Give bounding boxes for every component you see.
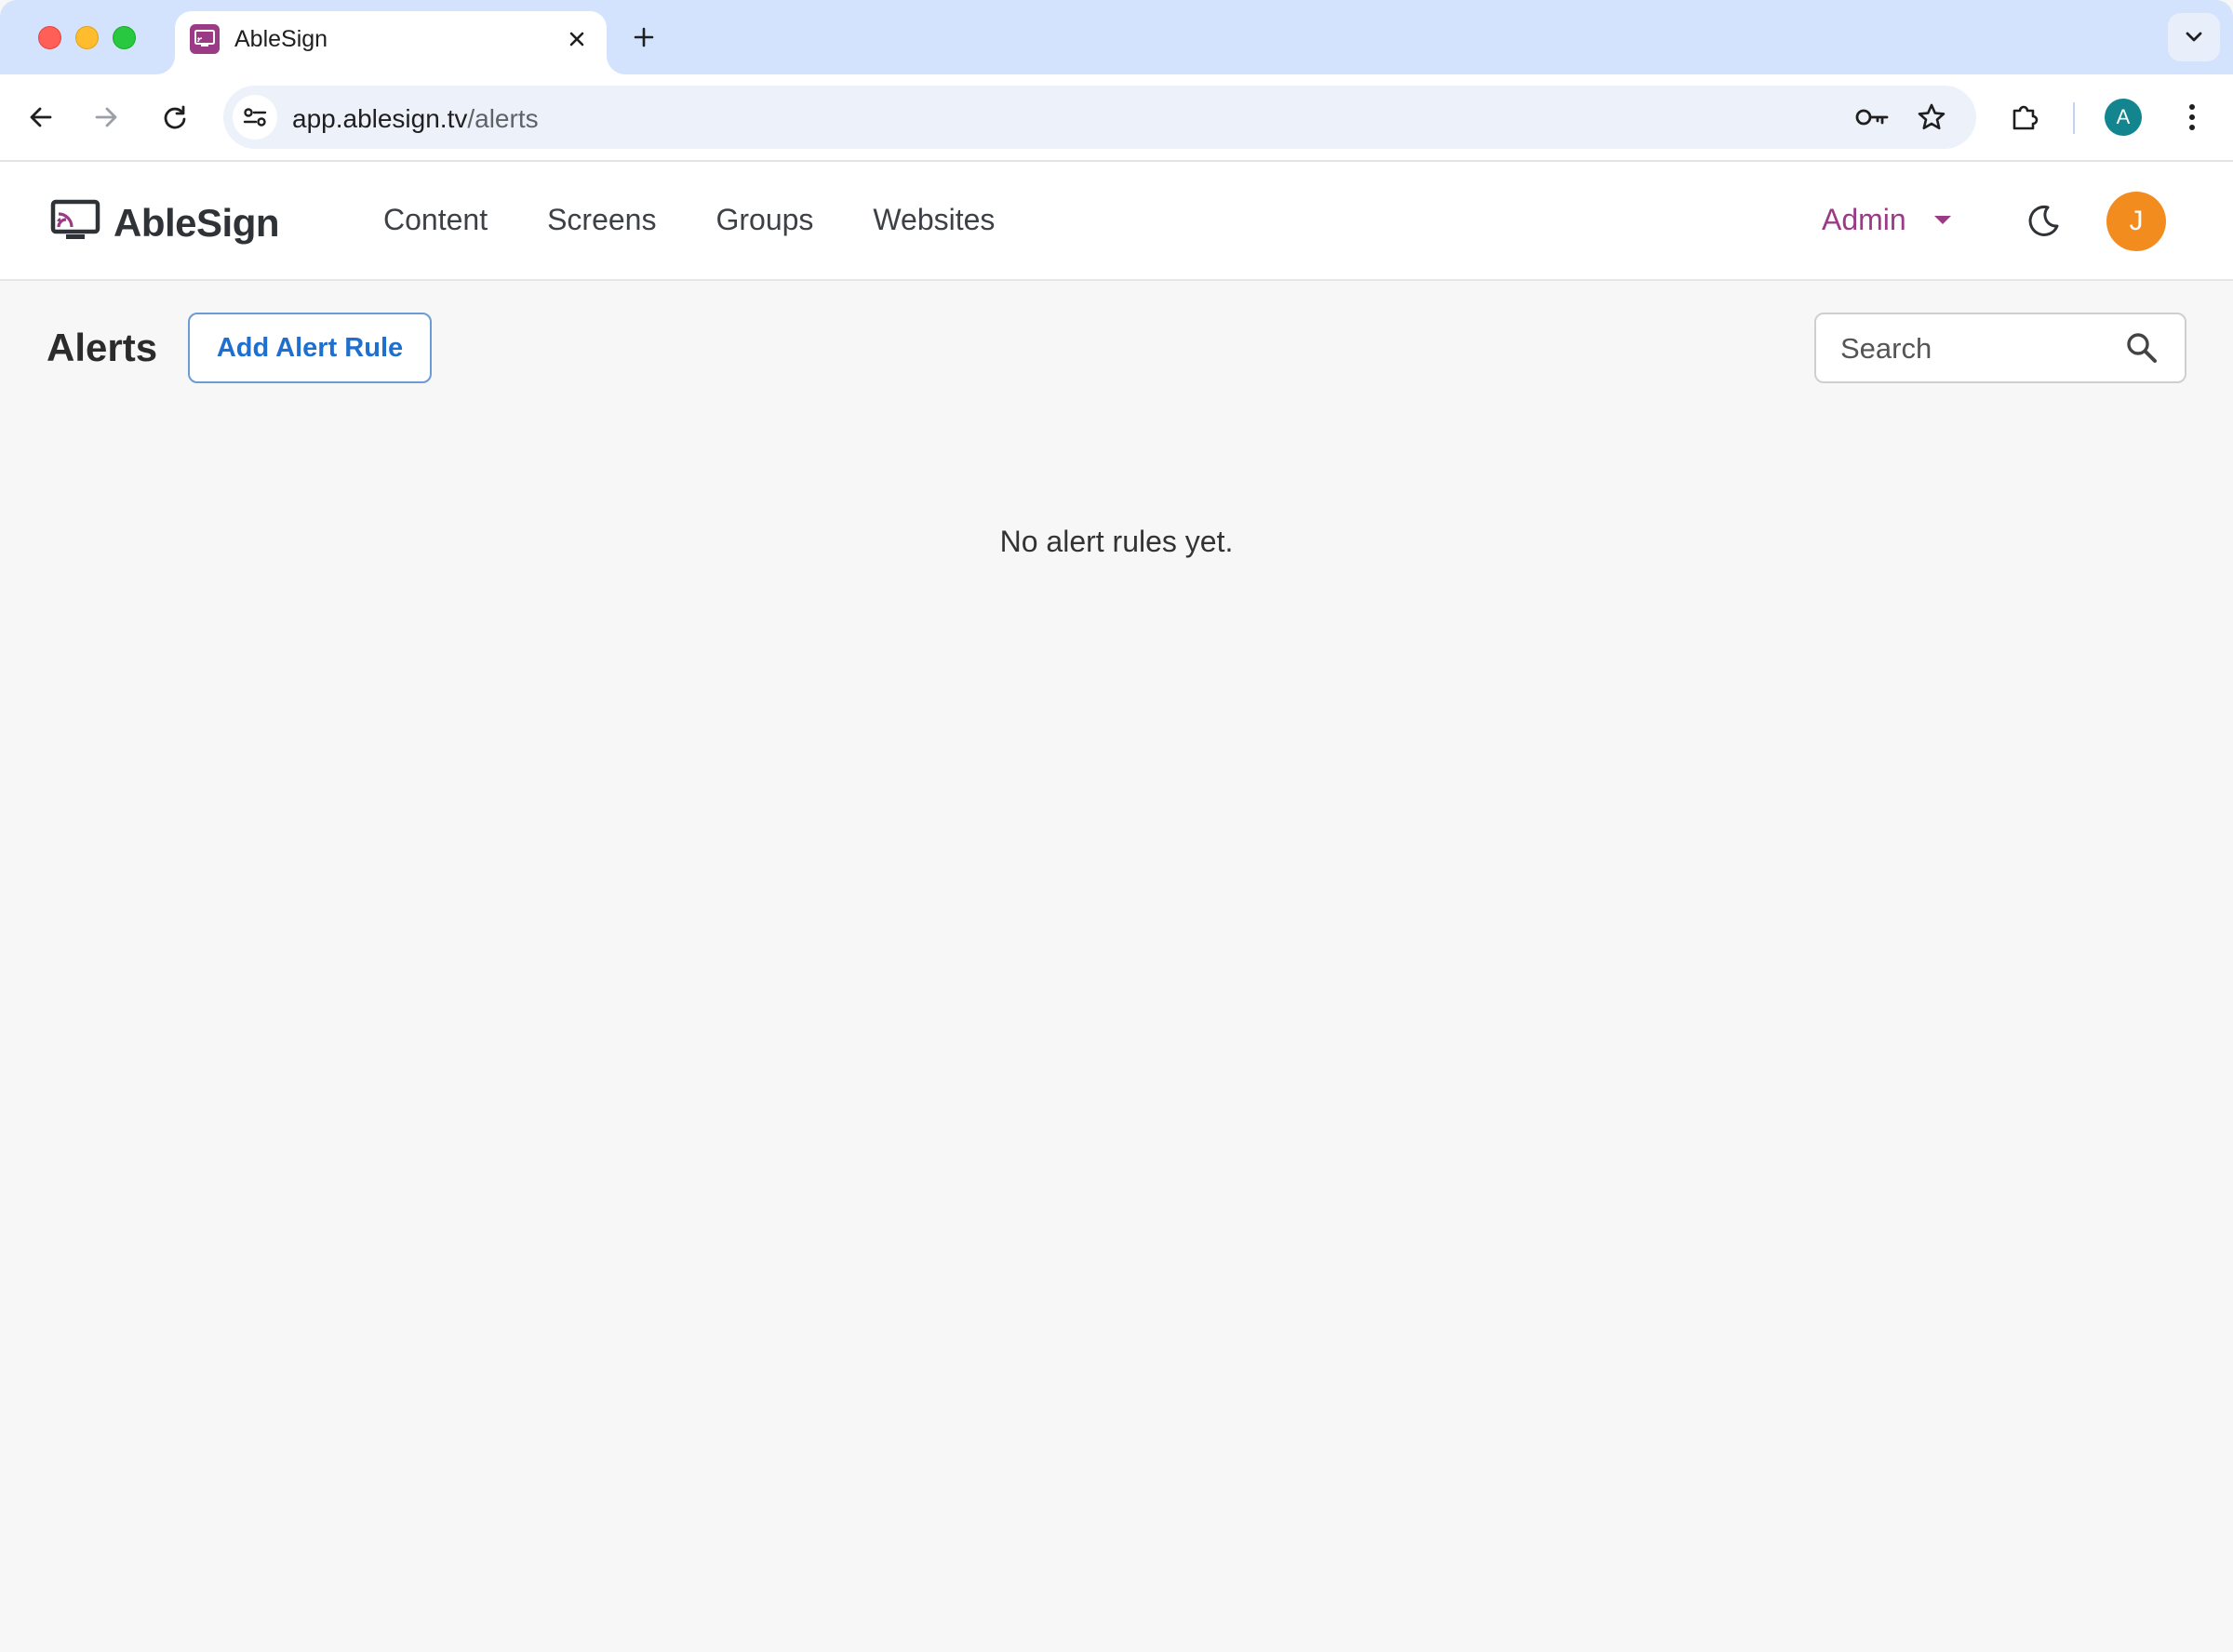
user-avatar[interactable]: J xyxy=(2106,192,2166,251)
admin-label: Admin xyxy=(1822,203,1906,236)
more-vert-icon[interactable] xyxy=(2170,95,2214,140)
search-field[interactable] xyxy=(1814,313,2186,383)
star-icon[interactable] xyxy=(1911,97,1952,138)
brand-logo[interactable]: AbleSign xyxy=(50,199,280,246)
nav-item-groups[interactable]: Groups xyxy=(715,203,813,237)
forward-arrow-icon[interactable] xyxy=(84,95,128,140)
reload-icon[interactable] xyxy=(153,95,197,140)
brand-name: AbleSign xyxy=(114,200,280,245)
toolbar-separator xyxy=(2073,102,2075,134)
nav-item-websites[interactable]: Websites xyxy=(873,203,995,237)
nav-item-screens[interactable]: Screens xyxy=(547,203,656,237)
nav-item-content[interactable]: Content xyxy=(383,203,488,237)
page-title: Alerts xyxy=(47,326,158,369)
main-nav: Content Screens Groups Websites xyxy=(383,203,1054,237)
address-bar[interactable]: app.ablesign.tv/alerts xyxy=(223,86,1976,149)
close-window-button[interactable] xyxy=(38,26,61,49)
browser-profile-avatar[interactable]: A xyxy=(2105,99,2142,136)
caret-down-icon xyxy=(1933,216,1951,224)
search-input[interactable] xyxy=(1840,331,2119,366)
tune-icon[interactable] xyxy=(233,95,277,140)
close-icon[interactable] xyxy=(560,22,594,56)
favicon-icon xyxy=(190,24,220,54)
monitor-cast-icon xyxy=(50,199,100,246)
extension-icon[interactable] xyxy=(2002,95,2047,140)
browser-tab-active[interactable]: AbleSign xyxy=(175,11,607,74)
minimize-window-button[interactable] xyxy=(75,26,99,49)
tab-title: AbleSign xyxy=(234,26,328,52)
admin-dropdown[interactable]: Admin xyxy=(1822,203,1951,237)
browser-toolbar: app.ablesign.tv/alerts A xyxy=(0,74,2233,162)
moon-icon[interactable] xyxy=(2021,199,2066,244)
maximize-window-button[interactable] xyxy=(113,26,136,49)
browser-window: AbleSign app.ablesign.tv/alerts A AbleSi… xyxy=(0,0,2233,1652)
tab-strip: AbleSign xyxy=(0,0,2233,74)
key-icon[interactable] xyxy=(1852,97,1892,138)
back-arrow-icon[interactable] xyxy=(19,95,63,140)
plus-icon[interactable] xyxy=(625,19,662,56)
app-header: AbleSign Content Screens Groups Websites… xyxy=(0,162,2233,281)
chevron-down-icon[interactable] xyxy=(2168,13,2220,61)
url-text: app.ablesign.tv/alerts xyxy=(292,104,539,133)
add-alert-rule-button[interactable]: Add Alert Rule xyxy=(188,313,432,383)
search-icon[interactable] xyxy=(2125,331,2159,369)
empty-state-message: No alert rules yet. xyxy=(999,525,1234,558)
